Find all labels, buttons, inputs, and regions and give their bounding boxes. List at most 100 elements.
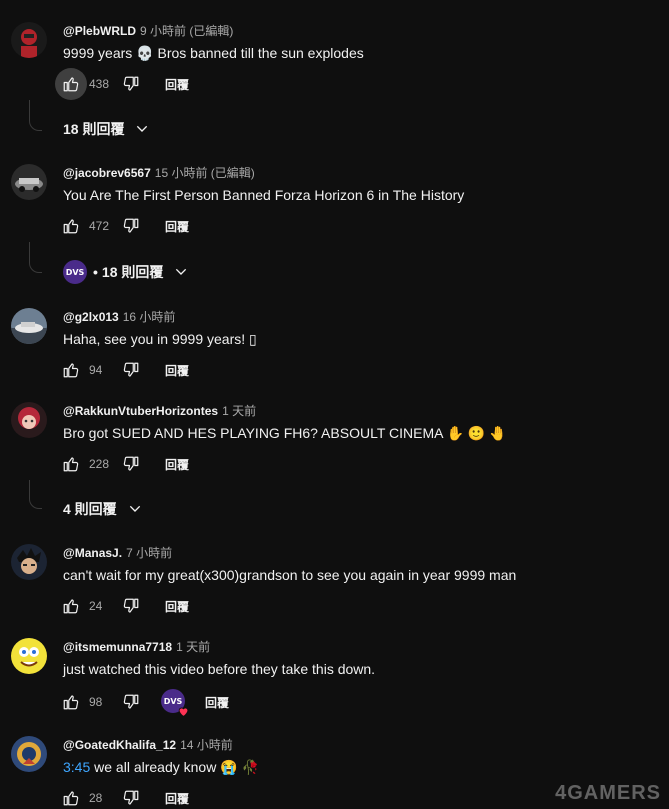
heart-icon [178,707,189,717]
comment-actions: 94 回覆 [55,354,189,386]
like-button[interactable] [55,448,87,480]
dislike-button[interactable] [115,448,147,480]
comment-actions: 438 回覆 [55,68,189,100]
dislike-button[interactable] [115,590,147,622]
thumb-up-icon [63,791,79,806]
author-handle[interactable]: @RakkunVtuberHorizontes [63,404,218,418]
comment-time[interactable]: 1 天前 [176,640,210,654]
comment-time[interactable]: 16 小時前 [123,310,176,324]
thread-connector [29,242,42,273]
reply-button[interactable]: 回覆 [165,598,189,615]
avatar[interactable] [11,402,47,438]
author-handle[interactable]: @ManasJ. [63,546,122,560]
comment-text-body: we all already know 😭 🥀 [90,759,259,775]
like-button[interactable] [55,68,87,100]
view-replies-button[interactable]: 18 則回覆 [63,117,150,141]
author-handle[interactable]: @itsmemunna7718 [63,640,172,654]
timestamp-link[interactable]: 3:45 [63,759,90,775]
comment-actions: 24 回覆 [55,590,189,622]
comment-meta: @jacobrev6567 15 小時前 (已編輯) [63,165,255,181]
reply-button[interactable]: 回覆 [205,694,229,711]
avatar[interactable] [11,164,47,200]
author-handle[interactable]: @PlebWRLD [63,24,136,38]
reply-button[interactable]: 回覆 [165,218,189,235]
like-button[interactable] [55,686,87,718]
like-count: 28 [89,791,103,805]
comment-actions: 472 回覆 [55,210,189,242]
comment-text: You Are The First Person Banned Forza Ho… [63,187,465,203]
dislike-button[interactable] [115,782,147,809]
comment-time[interactable]: 1 天前 [222,404,256,418]
comment-time[interactable]: 15 小時前 (已編輯) [155,166,255,180]
thumb-up-icon [63,77,79,92]
thumb-down-icon [123,456,139,471]
thread-connector [29,480,42,509]
comment-meta: @GoatedKhalifa_12 14 小時前 [63,737,233,753]
avatar[interactable] [11,544,47,580]
watermark-logo: 4GAMERS [555,782,661,804]
thumb-up-icon [63,599,79,614]
comment-time[interactable]: 9 小時前 (已編輯) [140,24,233,38]
reply-button[interactable]: 回覆 [165,456,189,473]
chevron-down-icon [129,505,140,512]
dislike-button[interactable] [115,686,147,718]
dislike-button[interactable] [115,210,147,242]
comment-actions: 228 回覆 [55,448,189,480]
creator-heart-icon: DVS [161,689,189,717]
thumb-down-icon [123,598,139,613]
avatar[interactable] [11,308,47,344]
comment-text: Bro got SUED AND HES PLAYING FH6? ABSOUL… [63,425,507,441]
like-button[interactable] [55,210,87,242]
creator-avatar-icon: DVS [63,260,87,284]
comment-time[interactable]: 7 小時前 [126,546,172,560]
thumb-up-icon [63,457,79,472]
separator-dot: • [93,264,98,280]
comment-text: just watched this video before they take… [63,661,376,677]
chevron-down-icon [137,125,148,132]
comment-text: 3:45 we all already know 😭 🥀 [63,757,259,777]
comments-page: @PlebWRLD 9 小時前 (已編輯) 9999 years 💀 Bros b… [0,0,669,809]
thumb-down-icon [123,218,139,233]
avatar[interactable] [11,22,47,58]
comment-text: can't wait for my great(x300)grandson to… [63,567,517,583]
thread-connector [29,100,42,131]
dislike-button[interactable] [115,68,147,100]
thumb-down-icon [123,362,139,377]
comment-time[interactable]: 14 小時前 [180,738,233,752]
like-button[interactable] [55,354,87,386]
comment-meta: @PlebWRLD 9 小時前 (已編輯) [63,23,233,39]
replies-count: 18 則回覆 [63,121,125,137]
thumb-down-icon [123,694,139,709]
author-handle[interactable]: @g2lx013 [63,310,119,324]
like-count: 228 [89,457,110,471]
like-button[interactable] [55,590,87,622]
author-handle[interactable]: @jacobrev6567 [63,166,151,180]
comment-meta: @ManasJ. 7 小時前 [63,545,172,561]
comment-meta: @itsmemunna7718 1 天前 [63,639,210,655]
thumb-up-icon [63,695,79,710]
avatar[interactable] [11,736,47,772]
chevron-down-icon [176,268,187,275]
comment-meta: @g2lx013 16 小時前 [63,309,175,325]
thumb-up-icon [63,363,79,378]
reply-button[interactable]: 回覆 [165,362,189,379]
replies-count: 4 則回覆 [63,501,117,517]
comment-actions: 98 DVS 回覆 [55,686,229,718]
reply-button[interactable]: 回覆 [165,76,189,93]
replies-count: 18 則回覆 [101,264,164,280]
comment-actions: 28 回覆 [55,782,189,809]
reply-button[interactable]: 回覆 [165,790,189,807]
comment-text: Haha, see you in 9999 years! ▯ [63,331,257,347]
like-count: 94 [89,363,103,377]
comment-meta: @RakkunVtuberHorizontes 1 天前 [63,403,256,419]
like-count: 98 [89,695,103,709]
view-replies-button[interactable]: 4 則回覆 [63,497,143,521]
like-button[interactable] [55,782,87,809]
comment-text: 9999 years 💀 Bros banned till the sun ex… [63,45,364,61]
author-handle[interactable]: @GoatedKhalifa_12 [63,738,176,752]
dislike-button[interactable] [115,354,147,386]
view-replies-button[interactable]: DVS • 18 則回覆 [63,260,189,284]
like-count: 438 [89,77,110,91]
avatar[interactable] [11,638,47,674]
thumb-down-icon [123,76,139,91]
